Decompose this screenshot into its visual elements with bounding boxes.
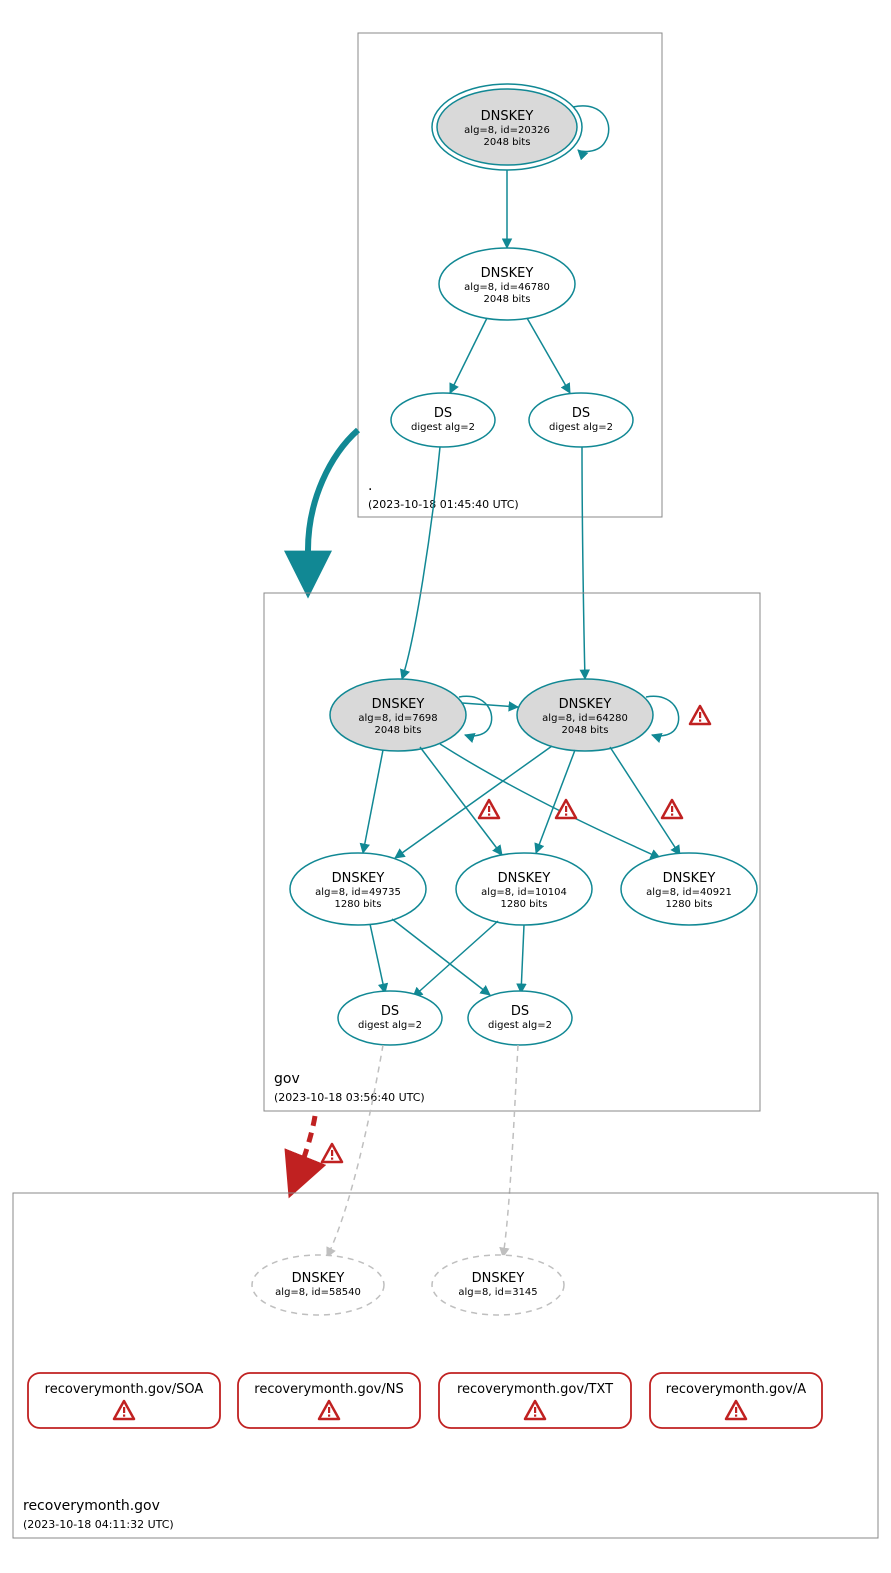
svg-text:alg=8, id=58540: alg=8, id=58540 [275,1287,361,1298]
svg-text:digest alg=2: digest alg=2 [411,422,475,433]
svg-text:DNSKEY: DNSKEY [559,697,612,712]
rr-soa[interactable]: recoverymonth.gov/SOA [28,1373,220,1428]
svg-text:DNSKEY: DNSKEY [481,266,534,281]
svg-text:alg=8, id=3145: alg=8, id=3145 [458,1287,537,1298]
zone-root-label: . [368,478,372,494]
warning-icon [479,800,499,818]
rr-ns[interactable]: recoverymonth.gov/NS [238,1373,420,1428]
zone-gov-timestamp: (2023-10-18 03:56:40 UTC) [274,1091,425,1104]
svg-text:DS: DS [572,406,590,421]
svg-text:1280 bits: 1280 bits [666,899,713,910]
node-rm-k3145[interactable]: DNSKEY alg=8, id=3145 [432,1255,564,1315]
node-root-zsk[interactable]: DNSKEY alg=8, id=46780 2048 bits [439,248,575,320]
svg-text:1280 bits: 1280 bits [335,899,382,910]
svg-text:2048 bits: 2048 bits [562,725,609,736]
svg-text:2048 bits: 2048 bits [375,725,422,736]
zone-root-timestamp: (2023-10-18 01:45:40 UTC) [368,498,519,511]
svg-text:DS: DS [511,1004,529,1019]
node-root-ksk[interactable]: DNSKEY alg=8, id=20326 2048 bits [432,84,582,170]
warning-icon [322,1144,342,1162]
node-rm-k58540[interactable]: DNSKEY alg=8, id=58540 [252,1255,384,1315]
node-gov-k49735[interactable]: DNSKEY alg=8, id=49735 1280 bits [290,853,426,925]
svg-text:alg=8, id=20326: alg=8, id=20326 [464,125,550,136]
node-root-ds1[interactable]: DS digest alg=2 [391,393,495,447]
node-gov-k40921[interactable]: DNSKEY alg=8, id=40921 1280 bits [621,853,757,925]
edge-7698-64280 [462,703,518,707]
svg-text:alg=8, id=40921: alg=8, id=40921 [646,887,732,898]
svg-text:recoverymonth.gov/A: recoverymonth.gov/A [666,1382,806,1397]
zone-recoverymonth: recoverymonth.gov (2023-10-18 04:11:32 U… [13,1193,878,1538]
svg-text:alg=8, id=64280: alg=8, id=64280 [542,713,628,724]
warning-icon [690,706,710,724]
svg-text:DNSKEY: DNSKEY [372,697,425,712]
zone-rm-timestamp: (2023-10-18 04:11:32 UTC) [23,1518,174,1531]
svg-text:recoverymonth.gov/NS: recoverymonth.gov/NS [254,1382,403,1397]
zone-gov: gov (2023-10-18 03:56:40 UTC) DNSKEY alg… [264,593,760,1111]
svg-text:DNSKEY: DNSKEY [292,1271,345,1286]
svg-text:2048 bits: 2048 bits [484,137,531,148]
rr-txt[interactable]: recoverymonth.gov/TXT [439,1373,631,1428]
svg-text:2048 bits: 2048 bits [484,294,531,305]
edge-gov-rm-delegation [292,1116,315,1190]
svg-text:digest alg=2: digest alg=2 [549,422,613,433]
node-gov-k7698[interactable]: DNSKEY alg=8, id=7698 2048 bits [330,679,466,751]
dnssec-diagram: . (2023-10-18 01:45:40 UTC) DNSKEY alg=8… [0,0,891,1573]
svg-text:DNSKEY: DNSKEY [472,1271,525,1286]
edge-ds2-gov64280 [582,447,585,679]
edge-ds1-gov7698 [402,447,440,679]
edge-ds2-rm3145 [503,1045,518,1257]
svg-text:alg=8, id=10104: alg=8, id=10104 [481,887,567,898]
warning-icon [556,800,576,818]
svg-text:digest alg=2: digest alg=2 [358,1020,422,1031]
zone-root: . (2023-10-18 01:45:40 UTC) DNSKEY alg=8… [358,33,662,517]
edge-root-zsk-ds1 [450,318,487,393]
zone-gov-label: gov [274,1071,300,1087]
warning-icon [662,800,682,818]
svg-text:DNSKEY: DNSKEY [332,871,385,886]
svg-text:DNSKEY: DNSKEY [498,871,551,886]
node-gov-ds1[interactable]: DS digest alg=2 [338,991,442,1045]
svg-text:recoverymonth.gov/SOA: recoverymonth.gov/SOA [45,1382,204,1397]
edge-root-zsk-ds2 [527,318,570,393]
svg-text:DNSKEY: DNSKEY [481,109,534,124]
svg-text:1280 bits: 1280 bits [501,899,548,910]
zone-rm-label: recoverymonth.gov [23,1498,160,1514]
node-gov-k10104[interactable]: DNSKEY alg=8, id=10104 1280 bits [456,853,592,925]
svg-text:alg=8, id=49735: alg=8, id=49735 [315,887,401,898]
svg-text:DNSKEY: DNSKEY [663,871,716,886]
rr-a[interactable]: recoverymonth.gov/A [650,1373,822,1428]
svg-text:DS: DS [434,406,452,421]
node-root-ds2[interactable]: DS digest alg=2 [529,393,633,447]
node-gov-k64280[interactable]: DNSKEY alg=8, id=64280 2048 bits [517,679,653,751]
edge-root-gov-delegation [308,430,358,589]
svg-text:digest alg=2: digest alg=2 [488,1020,552,1031]
svg-text:alg=8, id=46780: alg=8, id=46780 [464,282,550,293]
svg-text:DS: DS [381,1004,399,1019]
svg-text:alg=8, id=7698: alg=8, id=7698 [358,713,437,724]
svg-text:recoverymonth.gov/TXT: recoverymonth.gov/TXT [457,1382,613,1397]
node-gov-ds2[interactable]: DS digest alg=2 [468,991,572,1045]
